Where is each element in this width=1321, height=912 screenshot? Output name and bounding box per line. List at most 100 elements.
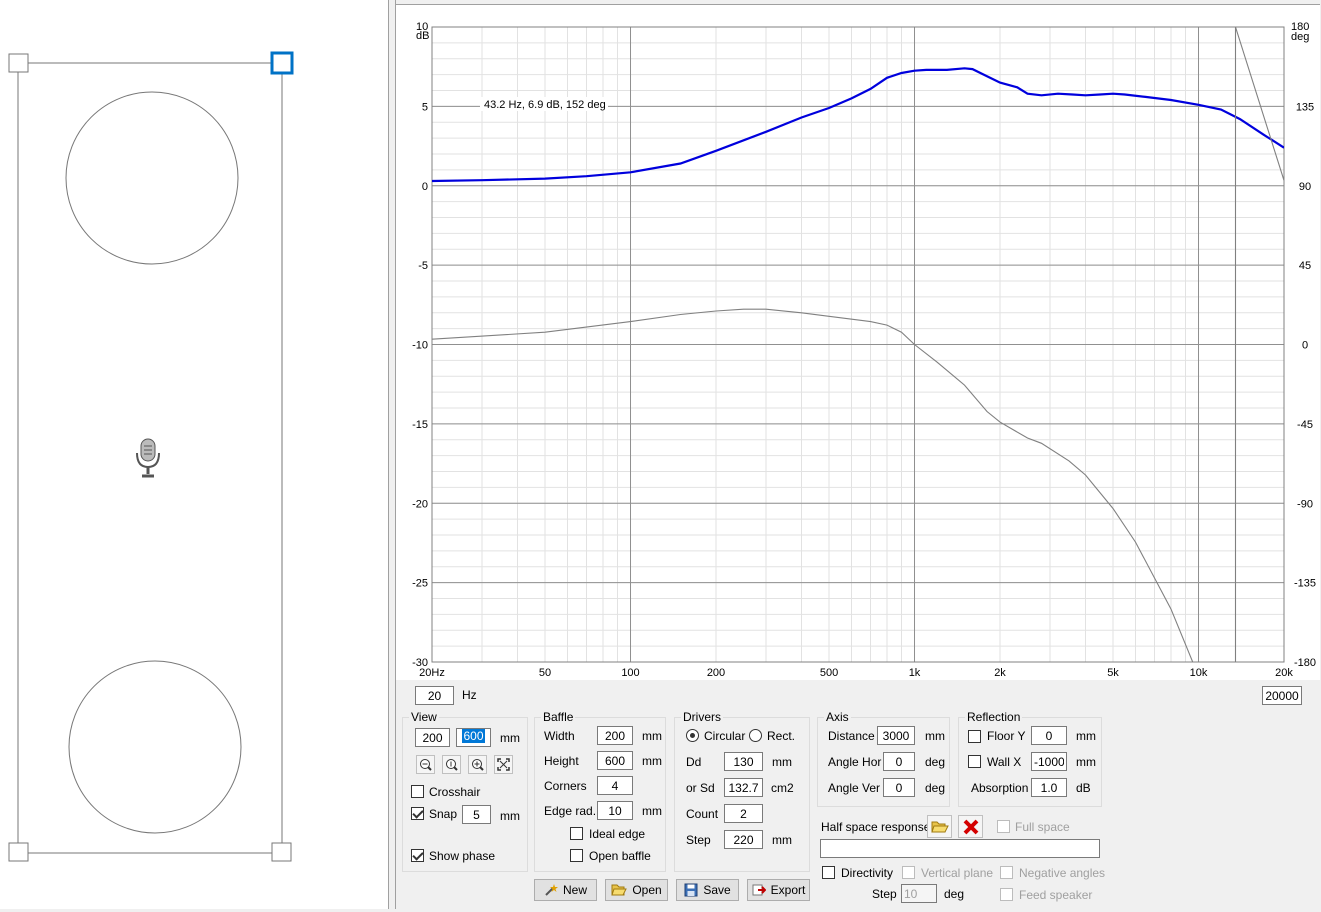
x-tick-label: 100 (621, 667, 639, 679)
controls-panel: Hz View 600 mm Crosshair Snap mm Show ph… (396, 680, 1321, 909)
count-label: Count (686, 807, 719, 821)
vertical-plane-checkbox[interactable] (902, 866, 915, 879)
min-frequency-input[interactable] (415, 686, 454, 705)
angle-hor-input[interactable] (883, 752, 915, 771)
feed-speaker-checkbox[interactable] (1000, 888, 1013, 901)
wall-checkbox[interactable] (968, 755, 981, 768)
directivity-step-unit: deg (944, 887, 965, 901)
load-half-space-button[interactable] (927, 815, 952, 838)
baffle-width-input[interactable] (597, 726, 633, 745)
floor-checkbox[interactable] (968, 730, 981, 743)
distance-label: Distance (828, 729, 875, 743)
count-input[interactable] (724, 804, 763, 823)
show-phase-checkbox[interactable] (411, 849, 424, 862)
view-height-input[interactable]: 600 (456, 728, 491, 747)
baffle-canvas[interactable] (0, 0, 388, 909)
right-unit: deg (1291, 31, 1309, 43)
open-button-label: Open (632, 883, 662, 897)
resize-handle-bottom-left[interactable] (8, 842, 29, 862)
baffle-height-input[interactable] (597, 751, 633, 770)
half-space-file-input[interactable] (820, 839, 1100, 858)
ideal-edge-checkbox[interactable] (570, 827, 583, 840)
upper-driver[interactable] (65, 91, 239, 265)
baffle-width-unit: mm (642, 729, 662, 743)
view-group-title: View (409, 710, 439, 724)
sd-unit: cm2 (771, 781, 794, 795)
baffle-edge-input[interactable] (597, 801, 633, 820)
negative-angles-checkbox[interactable] (1000, 866, 1013, 879)
chart-svg: 20Hz 50 100 200 500 1k 2k 5k 10k 20k50-5-10-15-20… (412, 21, 1316, 679)
zoom-out-button[interactable] (416, 755, 435, 774)
open-button[interactable]: Open (605, 879, 668, 901)
new-button[interactable]: New (534, 879, 597, 901)
new-button-label: New (562, 883, 587, 897)
save-button[interactable]: Save (676, 879, 739, 901)
y2-tick-label: -45 (1297, 419, 1313, 431)
angle-ver-unit: deg (925, 781, 946, 795)
distance-input[interactable] (877, 726, 915, 745)
floor-input[interactable] (1031, 726, 1067, 745)
frequency-response-chart[interactable]: 20Hz 50 100 200 500 1k 2k 5k 10k 20k 5 0 -5 -10 -15 -20… (396, 4, 1320, 681)
rect-radio[interactable] (749, 729, 762, 742)
dd-unit: mm (772, 755, 792, 769)
open-baffle-checkbox[interactable] (570, 849, 583, 862)
snap-unit: mm (500, 809, 520, 823)
dd-label: Dd (686, 755, 702, 769)
zoom-actual-icon (446, 759, 458, 771)
sd-input[interactable] (724, 778, 763, 797)
dd-input[interactable] (724, 752, 763, 771)
drivers-group-title: Drivers (681, 710, 723, 724)
baffle-corners-input[interactable] (597, 776, 633, 795)
floppy-disk-icon (684, 883, 698, 897)
full-space-checkbox[interactable] (997, 820, 1010, 833)
lower-driver[interactable] (68, 660, 242, 834)
x-tick-label: 200 (707, 667, 725, 679)
baffle-view[interactable] (0, 0, 389, 909)
min-frequency-unit: Hz (462, 688, 477, 702)
open-baffle-label: Open baffle (589, 849, 651, 863)
angle-ver-input[interactable] (883, 778, 915, 797)
zoom-actual-button[interactable] (442, 755, 461, 774)
microphone-icon[interactable] (136, 438, 160, 478)
crosshair-label: Crosshair (429, 785, 481, 799)
magic-wand-icon (545, 884, 558, 896)
show-phase-label: Show phase (429, 849, 496, 863)
pane-splitter[interactable] (389, 0, 396, 909)
view-width-input[interactable] (415, 728, 450, 747)
view-unit: mm (500, 731, 520, 745)
zoom-in-button[interactable] (468, 755, 487, 774)
sd-label: or Sd (686, 781, 715, 795)
clear-half-space-button[interactable] (958, 815, 983, 838)
export-button[interactable]: Export (747, 879, 810, 901)
x-tick-label: 1k (909, 667, 921, 679)
snap-checkbox[interactable] (411, 807, 424, 820)
angle-hor-label: Angle Hor (828, 755, 882, 769)
resize-handle-bottom-right[interactable] (271, 842, 292, 862)
zoom-fit-icon (497, 758, 510, 771)
driver-step-input[interactable] (724, 830, 763, 849)
x-tick-label: 10k (1190, 667, 1208, 679)
resize-handle-top-left[interactable] (8, 53, 29, 73)
zoom-in-icon (472, 759, 484, 771)
snap-input[interactable] (462, 805, 491, 824)
reflection-group-title: Reflection (965, 710, 1023, 724)
export-button-label: Export (770, 883, 806, 897)
absorption-input[interactable] (1031, 778, 1067, 797)
directivity-checkbox[interactable] (822, 866, 835, 879)
rect-label: Rect. (767, 729, 796, 743)
directivity-step-input[interactable] (901, 884, 937, 903)
wall-input[interactable] (1031, 752, 1067, 771)
x-tick-label: 20k (1275, 667, 1293, 679)
zoom-fit-button[interactable] (494, 755, 513, 774)
resize-handle-top-right[interactable] (270, 51, 294, 75)
floor-label: Floor Y (987, 729, 1026, 743)
left-unit: dB (416, 30, 429, 42)
save-button-label: Save (703, 883, 731, 897)
driver-step-unit: mm (772, 833, 792, 847)
max-frequency-input[interactable] (1262, 686, 1302, 705)
circular-radio[interactable] (686, 729, 699, 742)
crosshair-checkbox[interactable] (411, 785, 424, 798)
baffle-width-label: Width (544, 729, 575, 743)
magnitude-curve (432, 67, 1284, 183)
x-tick-label: 2k (994, 667, 1006, 679)
